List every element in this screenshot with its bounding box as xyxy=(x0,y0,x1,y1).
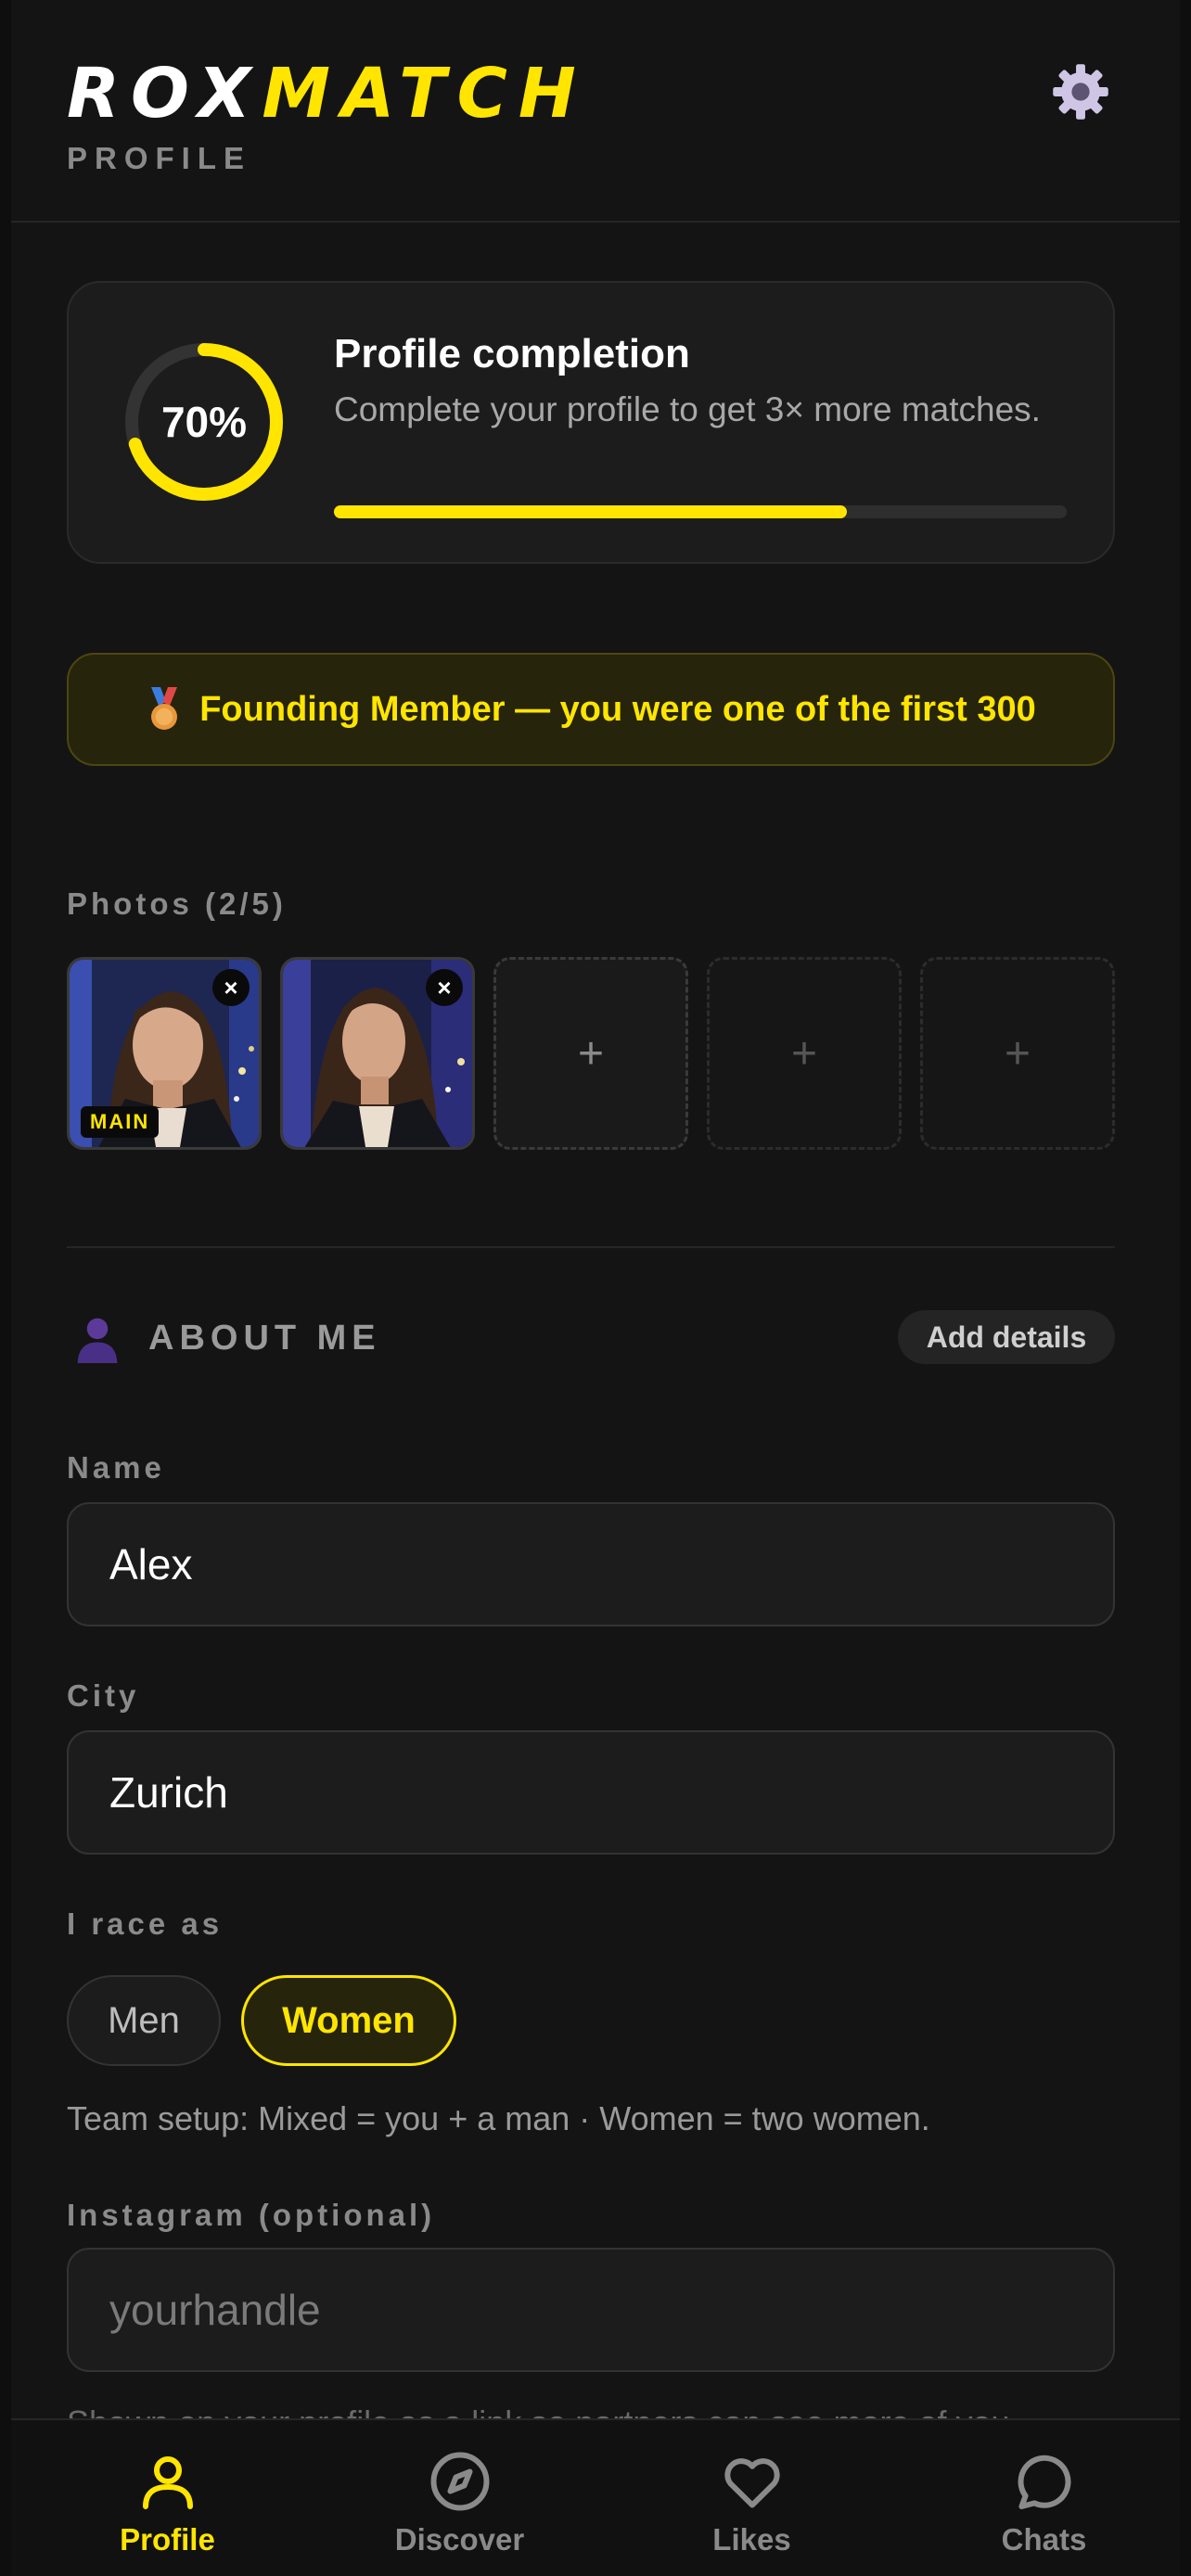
photos-label: Photos (2/5) xyxy=(67,886,287,921)
name-label: Name xyxy=(67,1450,165,1485)
section-divider xyxy=(67,1246,1115,1248)
city-input[interactable]: Zurich xyxy=(67,1730,1115,1855)
nav-profile[interactable]: Profile xyxy=(21,2420,314,2576)
app-logo: ROXMATCH xyxy=(67,52,587,135)
remove-photo-button[interactable]: × xyxy=(212,969,250,1006)
nav-discover[interactable]: Discover xyxy=(314,2420,606,2576)
completion-description: Complete your profile to get 3× more mat… xyxy=(334,390,1041,428)
header: ROXMATCH PROFILE xyxy=(11,0,1180,223)
nav-profile-label: Profile xyxy=(120,2522,215,2557)
city-label: City xyxy=(67,1678,140,1713)
completion-progress-fill xyxy=(334,505,847,518)
add-photo-slot[interactable]: + xyxy=(920,957,1115,1150)
main-photo-badge: MAIN xyxy=(81,1106,160,1138)
plus-icon: + xyxy=(577,1028,605,1078)
heart-icon xyxy=(724,2458,780,2508)
founding-member-banner: Founding Member — you were one of the fi… xyxy=(67,653,1115,766)
logo-part-match: MATCH xyxy=(262,54,587,134)
nav-likes-label: Likes xyxy=(712,2522,791,2557)
name-input[interactable]: Alex xyxy=(67,1502,1115,1626)
instagram-input[interactable]: yourhandle xyxy=(67,2248,1115,2372)
remove-photo-button[interactable]: × xyxy=(426,969,463,1006)
photo-grid: × MAIN × + + + xyxy=(67,957,1115,1150)
completion-progress-bar xyxy=(334,505,1067,518)
founding-member-text: Founding Member — you were one of the fi… xyxy=(199,689,1036,729)
app-screen: ROXMATCH PROFILE 70% Profile completion … xyxy=(11,0,1180,2576)
nav-discover-label: Discover xyxy=(394,2522,525,2557)
add-photo-slot[interactable]: + xyxy=(707,957,902,1150)
photo-slot-2[interactable]: × xyxy=(280,957,475,1150)
medal-icon xyxy=(151,687,178,730)
nav-chats-label: Chats xyxy=(1001,2522,1087,2557)
page-subtitle: PROFILE xyxy=(67,141,252,175)
plus-icon: + xyxy=(1004,1028,1031,1078)
completion-percent: 70% xyxy=(160,398,248,446)
plus-icon: + xyxy=(790,1028,818,1078)
chat-bubble-icon xyxy=(1018,2455,1070,2509)
nav-likes[interactable]: Likes xyxy=(606,2420,898,2576)
gear-icon[interactable] xyxy=(1048,59,1113,124)
team-setup-hint: Team setup: Mixed = you + a man · Women … xyxy=(67,2099,930,2137)
add-details-button[interactable]: Add details xyxy=(898,1310,1115,1364)
person-icon xyxy=(142,2456,193,2509)
logo-part-rox: ROX xyxy=(67,54,263,134)
instagram-label: Instagram (optional) xyxy=(67,2198,436,2232)
race-as-label: I race as xyxy=(67,1906,224,1941)
photo-slot-1[interactable]: × MAIN xyxy=(67,957,262,1150)
compass-icon xyxy=(430,2452,489,2511)
completion-title: Profile completion xyxy=(334,331,690,376)
nav-chats[interactable]: Chats xyxy=(898,2420,1180,2576)
about-me-title: ABOUT ME xyxy=(148,1319,381,1358)
add-photo-slot[interactable]: + xyxy=(493,957,688,1150)
race-option-men[interactable]: Men xyxy=(67,1975,221,2066)
bottom-navigation: Profile Discover Likes Chats xyxy=(11,2418,1180,2576)
person-icon xyxy=(77,1318,118,1363)
profile-completion-card: 70% Profile completion Complete your pro… xyxy=(67,281,1115,564)
race-option-women[interactable]: Women xyxy=(241,1975,456,2066)
